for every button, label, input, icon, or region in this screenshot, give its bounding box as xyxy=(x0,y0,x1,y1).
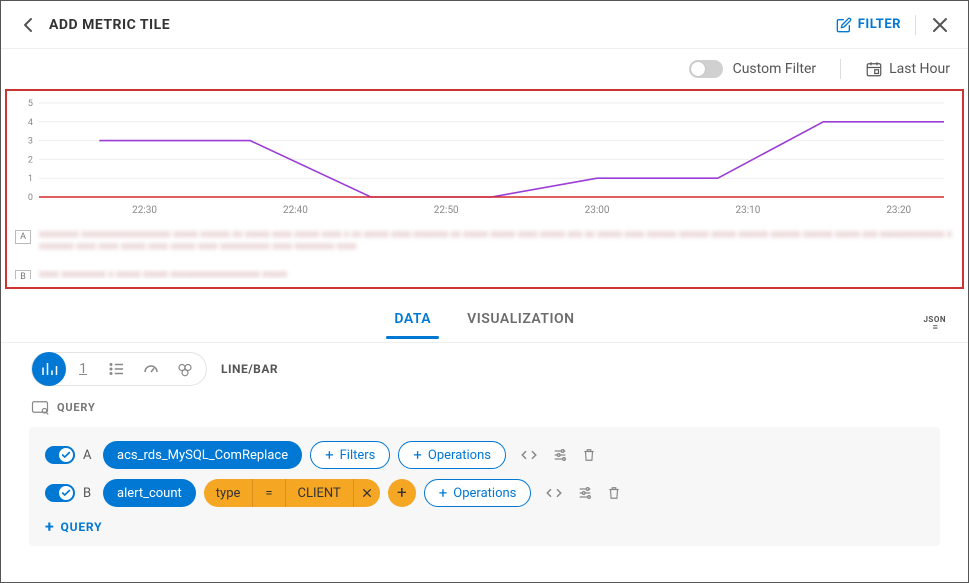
filter-button-label: FILTER xyxy=(858,17,901,32)
page-title: ADD METRIC TILE xyxy=(49,17,170,33)
query-a-code-icon[interactable] xyxy=(520,448,538,462)
svg-text:23:10: 23:10 xyxy=(735,205,760,216)
back-chevron-icon[interactable] xyxy=(19,16,37,34)
query-a-filters-button[interactable]: +Filters xyxy=(310,441,390,469)
query-row-a: A acs_rds_MySQL_ComReplace +Filters +Ope… xyxy=(45,441,924,469)
svg-text:4: 4 xyxy=(28,118,33,128)
query-b-toggle[interactable] xyxy=(45,484,75,502)
query-a-settings-icon[interactable] xyxy=(552,447,568,463)
add-query-label: QUERY xyxy=(61,520,103,534)
query-a-toggle[interactable] xyxy=(45,446,75,464)
query-b-delete-icon[interactable] xyxy=(607,485,621,501)
query-b-filter-remove-icon[interactable] xyxy=(354,479,380,507)
subheader: Custom Filter Last Hour xyxy=(1,49,968,89)
tab-bar: DATA VISUALIZATION JSON ≡ xyxy=(1,295,968,343)
header: ADD METRIC TILE FILTER xyxy=(1,1,968,49)
query-a-operations-button[interactable]: +Operations xyxy=(398,441,506,469)
chart-type-gauge-icon[interactable] xyxy=(134,352,168,386)
chart-type-selector: 1 xyxy=(31,352,207,386)
chart-type-list-icon[interactable] xyxy=(100,352,134,386)
add-query-button[interactable]: +QUERY xyxy=(45,517,924,536)
divider xyxy=(915,15,916,35)
query-a-delete-icon[interactable] xyxy=(582,447,596,463)
query-b-letter: B xyxy=(83,486,95,501)
query-section-label: QUERY xyxy=(57,401,96,414)
divider xyxy=(840,59,841,79)
time-range-label: Last Hour xyxy=(889,61,950,77)
query-b-filter-op: = xyxy=(253,479,285,507)
query-a-letter: A xyxy=(83,448,95,463)
query-a-metric-pill[interactable]: acs_rds_MySQL_ComReplace xyxy=(103,441,302,469)
line-chart: 0 1 2 3 4 5 22:30 22:40 22:50 23:00 23:10 23:20 xyxy=(15,97,954,217)
legend-text-b: xxxx xxxxxxxxx x xxxxx xxxxx xxxxxxxxxxx… xyxy=(39,269,287,279)
svg-text:5: 5 xyxy=(28,99,33,109)
query-b-metric-pill[interactable]: alert_count xyxy=(103,479,196,507)
chart-type-row: 1 LINE/BAR xyxy=(1,343,968,395)
svg-text:23:20: 23:20 xyxy=(886,205,911,216)
query-b-filter-chip[interactable]: type = CLIENT xyxy=(204,479,380,507)
query-section-header: QUERY xyxy=(1,395,968,419)
query-b-code-icon[interactable] xyxy=(545,486,563,500)
tab-visualization[interactable]: VISUALIZATION xyxy=(449,299,592,339)
query-b-settings-icon[interactable] xyxy=(577,485,593,501)
filter-button[interactable]: FILTER xyxy=(836,17,901,33)
svg-text:1: 1 xyxy=(28,174,33,184)
legend-text-a: xxxxxxxx xxxxxxxxxxxxxxxxxx xxxxx xxxxxx… xyxy=(39,229,954,265)
chart-type-linebar-icon[interactable] xyxy=(32,352,66,386)
svg-text:23:00: 23:00 xyxy=(585,205,610,216)
json-toggle-button[interactable]: JSON ≡ xyxy=(923,307,946,330)
svg-text:22:30: 22:30 xyxy=(132,205,157,216)
query-row-b: B alert_count type = CLIENT + +Operation… xyxy=(45,479,924,507)
close-button[interactable] xyxy=(930,15,950,35)
custom-filter-label: Custom Filter xyxy=(733,61,817,77)
chart-preview-panel: 0 1 2 3 4 5 22:30 22:40 22:50 23:00 23:10 23:20 A x… xyxy=(5,89,964,289)
svg-text:2: 2 xyxy=(28,155,33,165)
tab-data[interactable]: DATA xyxy=(376,299,449,339)
legend-key-a: A xyxy=(15,230,31,244)
query-icon xyxy=(31,400,49,414)
query-b-filter-key: type xyxy=(204,479,254,507)
time-range-button[interactable]: Last Hour xyxy=(865,60,950,78)
query-b-operations-button[interactable]: +Operations xyxy=(424,479,532,507)
svg-text:0: 0 xyxy=(28,193,33,203)
svg-text:3: 3 xyxy=(28,137,33,147)
svg-text:22:50: 22:50 xyxy=(434,205,459,216)
query-panel: A acs_rds_MySQL_ComReplace +Filters +Ope… xyxy=(29,427,940,546)
chart-legend: A xxxxxxxx xxxxxxxxxxxxxxxxxx xxxxx xxxx… xyxy=(15,229,954,279)
legend-key-b: B xyxy=(15,270,31,279)
query-b-add-filter-button[interactable]: + xyxy=(388,479,416,507)
chart-type-value-icon[interactable]: 1 xyxy=(66,352,100,386)
custom-filter-toggle[interactable] xyxy=(689,60,723,78)
query-b-filter-val: CLIENT xyxy=(286,479,354,507)
svg-text:22:40: 22:40 xyxy=(283,205,308,216)
chart-type-label: LINE/BAR xyxy=(221,362,278,376)
chart-type-honeycomb-icon[interactable] xyxy=(168,352,202,386)
